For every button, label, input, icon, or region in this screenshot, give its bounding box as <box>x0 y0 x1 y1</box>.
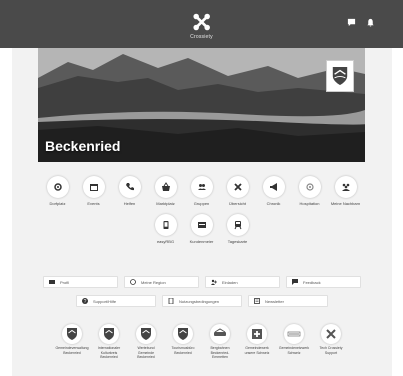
svg-text:?: ? <box>84 299 87 304</box>
id-icon <box>49 280 55 284</box>
chat-icon[interactable] <box>347 18 356 27</box>
my-region-link[interactable]: Meine Region <box>124 276 199 288</box>
crest-icon <box>104 328 114 340</box>
app-meine-nachbarn[interactable]: Meine Nachbarn <box>331 176 361 206</box>
train-icon <box>234 221 241 230</box>
app-row-2: easyRBG Kundenmeier Tageskarte <box>38 214 365 244</box>
app-marktplatz[interactable]: Marktplatz <box>151 176 181 206</box>
page-margin-right <box>392 0 403 376</box>
phone-doc-icon <box>163 221 168 229</box>
crest-icon <box>332 67 348 85</box>
partner-item[interactable]: Gemeindeverwaltung Beckenried <box>55 324 89 360</box>
question-icon: ? <box>82 298 88 304</box>
app-chronik[interactable]: Chronik <box>259 176 289 206</box>
quick-links-row-2: ? Support/Hilfe Nutzungsbedingungen News… <box>43 295 361 307</box>
partner-item[interactable]: Internationaler Kulturkreis Beckenried <box>92 324 126 360</box>
top-bar: Crossiety <box>0 0 403 48</box>
partner-organizations: Gemeindeverwaltung Beckenried Internatio… <box>38 324 365 360</box>
megaphone-icon <box>269 183 277 191</box>
app-dorfplatz[interactable]: Dorfplatz <box>43 176 73 206</box>
basket-icon <box>161 182 170 191</box>
partner-item[interactable]: Bergbahnen Beckenried-Emmetten <box>203 324 237 360</box>
quick-links-row-1: Profil Meine Region Einladen Feedback <box>43 276 361 288</box>
app-events[interactable]: Events <box>79 176 109 206</box>
app-grid: Dorfplatz Events Helfen Marktplatz Grupp… <box>38 176 365 252</box>
invite-icon <box>211 279 217 285</box>
crossiety-icon <box>233 183 242 191</box>
partner-item[interactable]: Tourismusbüro Beckenried <box>166 324 200 360</box>
crossiety-icon <box>326 329 336 339</box>
people-icon <box>197 184 206 190</box>
doc-icon <box>168 298 174 304</box>
app-gruppen[interactable]: Gruppen <box>187 176 217 206</box>
crossiety-logo-icon <box>193 13 210 31</box>
gear-icon <box>53 183 62 191</box>
feedback-icon <box>292 279 298 285</box>
newsletter-icon <box>254 298 260 304</box>
municipality-crest <box>326 60 354 92</box>
terms-link[interactable]: Nutzungsbedingungen <box>162 295 242 307</box>
calendar-icon <box>89 184 98 191</box>
partner-item[interactable]: Tech Crossiety Support <box>314 324 348 360</box>
page-title: Beckenried <box>45 138 121 154</box>
brand-logo-link[interactable]: Crossiety <box>190 11 213 40</box>
app-helfen[interactable]: Helfen <box>115 176 145 206</box>
invite-link[interactable]: Einladen <box>205 276 280 288</box>
flower-icon <box>305 183 314 191</box>
newsletter-link[interactable]: Newsletter <box>248 295 328 307</box>
quick-links: Profil Meine Region Einladen Feedback ? … <box>43 276 361 314</box>
gemeinden-icon <box>287 331 301 337</box>
neighbors-icon <box>341 183 350 191</box>
crest-icon <box>141 328 151 340</box>
support-link[interactable]: ? Support/Hilfe <box>76 295 156 307</box>
feedback-link[interactable]: Feedback <box>286 276 361 288</box>
card-icon <box>197 222 206 228</box>
partner-item[interactable]: Gemeindewerk unsere Schweiz <box>240 324 274 360</box>
app-row-1: Dorfplatz Events Helfen Marktplatz Grupp… <box>38 176 365 206</box>
klewenalp-icon <box>214 328 226 336</box>
app-easyrbg[interactable]: easyRBG <box>151 214 181 244</box>
app-kundenmeier[interactable]: Kundenmeier <box>187 214 217 244</box>
app-uebersicht[interactable]: Übersicht <box>223 176 253 206</box>
globe-icon <box>130 279 136 285</box>
app-hospitation[interactable]: Hospitation <box>295 176 325 206</box>
brand-name: Crossiety <box>190 34 213 40</box>
app-tageskarte[interactable]: Tageskarte <box>223 214 253 244</box>
bell-icon[interactable] <box>366 18 375 27</box>
partner-item[interactable]: Gemeindenetzwerk Schweiz <box>277 324 311 360</box>
crest-icon <box>67 328 77 340</box>
profile-link[interactable]: Profil <box>43 276 118 288</box>
swiss-icon <box>252 329 262 339</box>
partner-item[interactable]: Wertebund Gemeinde Beckenried <box>129 324 163 360</box>
phone-icon <box>125 183 134 191</box>
crest-icon <box>178 328 188 340</box>
page-margin-left <box>0 0 12 376</box>
hero-banner: Beckenried <box>38 48 365 162</box>
